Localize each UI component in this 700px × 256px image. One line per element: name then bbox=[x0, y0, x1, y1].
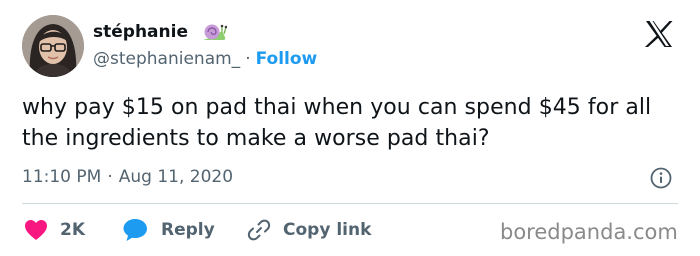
heart-icon bbox=[25, 220, 47, 240]
reply-label: Reply bbox=[161, 220, 215, 240]
follow-button[interactable]: Follow bbox=[256, 49, 318, 69]
handle-row: @stephanienam_ · Follow bbox=[93, 47, 317, 71]
divider bbox=[22, 203, 678, 204]
tweet-text: why pay $15 on pad thai when you can spe… bbox=[22, 95, 652, 151]
tweet-time: 11:10 PM bbox=[22, 167, 102, 187]
watermark: boredpanda.com bbox=[500, 220, 678, 244]
like-count: 2K bbox=[60, 220, 86, 240]
copy-link-button[interactable]: Copy link bbox=[247, 217, 371, 243]
avatar[interactable] bbox=[22, 15, 84, 77]
tweet-date: Aug 11, 2020 bbox=[118, 167, 234, 187]
info-icon[interactable] bbox=[650, 167, 672, 189]
snail-icon bbox=[201, 21, 228, 43]
like-button[interactable]: 2K bbox=[24, 217, 85, 243]
tweet-card: stéphanie @stephanienam_ · Follow why pay … bbox=[0, 0, 700, 256]
copy-link-label: Copy link bbox=[283, 220, 372, 240]
user-handle[interactable]: @stephanienam_ bbox=[93, 49, 240, 69]
reply-button[interactable]: Reply bbox=[123, 217, 215, 243]
link-icon bbox=[247, 219, 271, 241]
x-logo-icon[interactable] bbox=[644, 20, 674, 48]
tweet-timestamp[interactable]: 11:10 PM · Aug 11, 2020 bbox=[22, 165, 233, 189]
reply-bubble-icon bbox=[123, 219, 147, 241]
handle-separator: · bbox=[245, 49, 251, 69]
timestamp-separator: · bbox=[107, 167, 113, 187]
display-name[interactable]: stéphanie bbox=[93, 20, 188, 44]
